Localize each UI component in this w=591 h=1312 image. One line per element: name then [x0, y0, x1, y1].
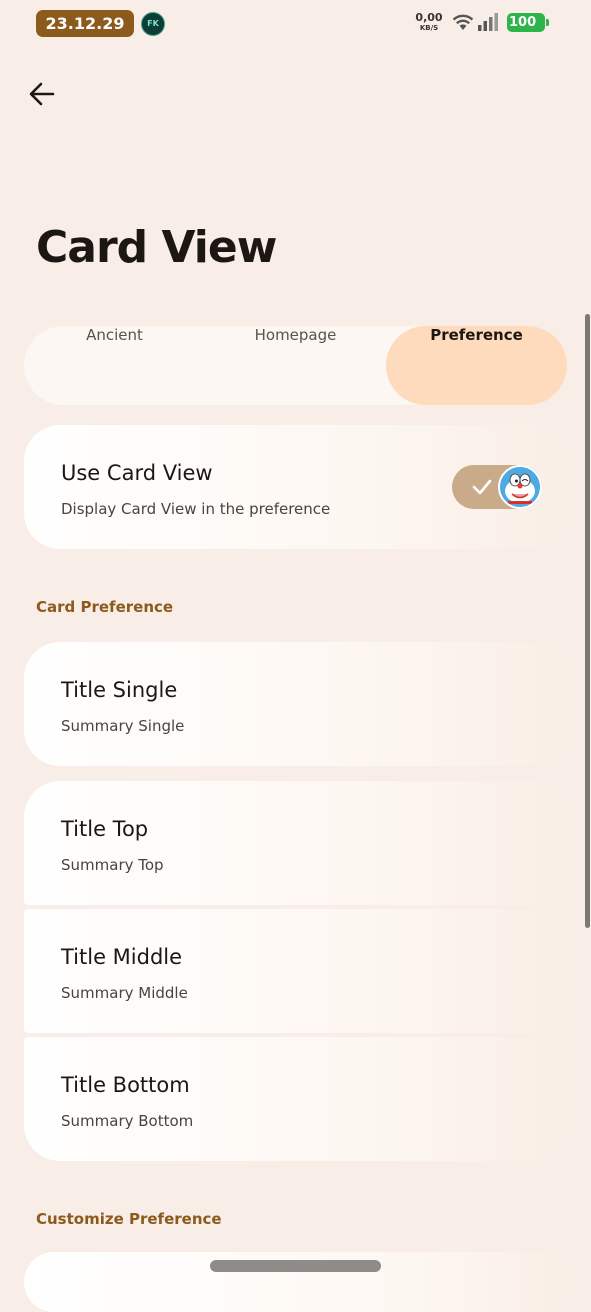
network-speed-unit: KB/S — [419, 24, 439, 32]
back-arrow-icon[interactable] — [26, 78, 58, 110]
battery-icon: 100 — [507, 13, 545, 32]
use-card-view-switch[interactable] — [452, 465, 542, 509]
card-item-summary: Summary Single — [61, 717, 185, 735]
signal-icon — [478, 13, 498, 31]
card-item-summary: Summary Bottom — [61, 1112, 194, 1130]
card-item-title: Title Middle — [61, 945, 183, 969]
page-title: Card View — [36, 222, 277, 273]
battery-tip — [546, 19, 549, 26]
card-item-single[interactable]: Title Single Summary Single — [24, 642, 567, 766]
use-card-view-summary: Display Card View in the preference — [61, 500, 331, 518]
use-card-view-item[interactable]: Use Card View Display Card View in the p… — [24, 425, 567, 549]
scrollbar[interactable] — [585, 314, 590, 928]
section-header-customize-preference: Customize Preference — [36, 1210, 222, 1228]
card-item-summary: Summary Top — [61, 856, 164, 874]
tab-ancient[interactable]: Ancient — [24, 326, 205, 405]
cat-face-icon — [500, 467, 540, 507]
status-bar: 23.12.29 FK 0,00 KB/S 100 — [0, 0, 591, 48]
card-item-bottom[interactable]: Title Bottom Summary Bottom — [24, 1037, 567, 1161]
card-item-title: Title Top — [61, 817, 149, 841]
use-card-view-title: Use Card View — [61, 461, 213, 485]
app-notification-icon: FK — [141, 12, 165, 36]
tab-preference[interactable]: Preference — [386, 326, 567, 405]
switch-thumb — [498, 465, 542, 509]
card-item-title: Title Single — [61, 678, 178, 702]
section-header-card-preference: Card Preference — [36, 598, 174, 616]
card-item-summary: Summary Middle — [61, 984, 188, 1002]
card-item-top[interactable]: Title Top Summary Top — [24, 781, 567, 905]
network-speed: 0,00 KB/S — [412, 12, 446, 33]
tab-homepage[interactable]: Homepage — [205, 326, 386, 405]
card-item-title: Title Bottom — [61, 1073, 190, 1097]
wifi-icon — [452, 14, 474, 30]
tab-bar: Ancient Homepage Preference — [24, 326, 567, 405]
home-indicator[interactable] — [210, 1260, 381, 1272]
card-item-middle[interactable]: Title Middle Summary Middle — [24, 909, 567, 1033]
status-time: 23.12.29 — [36, 10, 134, 37]
check-icon — [472, 479, 492, 495]
